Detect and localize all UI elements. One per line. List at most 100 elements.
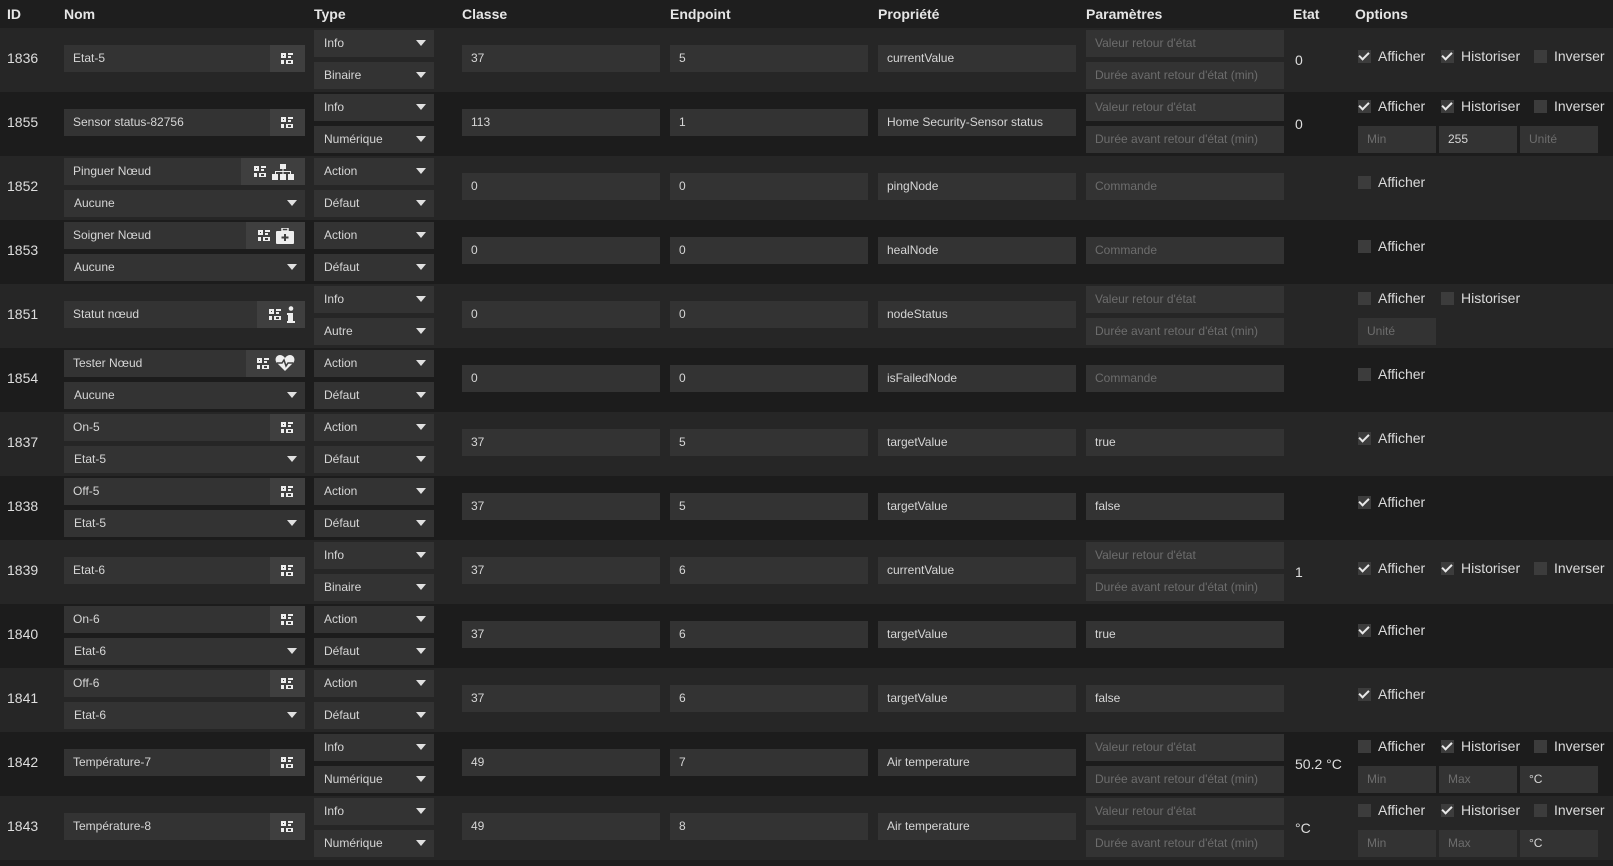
value-select[interactable]: Aucune: [64, 382, 305, 409]
name-input[interactable]: Tester Nœud: [64, 350, 246, 377]
endpoint-input[interactable]: 7: [670, 749, 868, 776]
subtype-select[interactable]: Numérique: [314, 766, 434, 793]
subtype-select[interactable]: Défaut: [314, 254, 434, 281]
max-input[interactable]: Max: [1439, 830, 1517, 857]
endpoint-input[interactable]: 0: [670, 237, 868, 264]
historiser-option[interactable]: Historiser: [1441, 290, 1520, 306]
valeur-retour-input[interactable]: Valeur retour d'état: [1086, 542, 1284, 569]
inverser-checkbox[interactable]: [1534, 803, 1547, 817]
classe-input[interactable]: 0: [462, 237, 660, 264]
classe-input[interactable]: 0: [462, 365, 660, 392]
endpoint-input[interactable]: 6: [670, 621, 868, 648]
afficher-option[interactable]: Afficher: [1358, 560, 1425, 576]
classe-input[interactable]: 37: [462, 429, 660, 456]
endpoint-input[interactable]: 8: [670, 813, 868, 840]
afficher-option[interactable]: Afficher: [1358, 738, 1425, 754]
historiser-checkbox[interactable]: [1441, 561, 1454, 575]
duree-retour-input[interactable]: Durée avant retour d'état (min): [1086, 766, 1284, 793]
propriete-input[interactable]: healNode: [878, 237, 1076, 264]
endpoint-input[interactable]: 6: [670, 557, 868, 584]
subtype-select[interactable]: Autre: [314, 318, 434, 345]
name-input[interactable]: On-6: [64, 606, 270, 633]
afficher-checkbox[interactable]: [1358, 687, 1371, 701]
duree-retour-input[interactable]: Durée avant retour d'état (min): [1086, 126, 1284, 153]
propriete-input[interactable]: targetValue: [878, 429, 1076, 456]
afficher-checkbox[interactable]: [1358, 623, 1371, 637]
sitemap-icon[interactable]: [271, 163, 294, 180]
inverser-checkbox[interactable]: [1534, 49, 1547, 63]
endpoint-input[interactable]: 5: [670, 45, 868, 72]
duree-retour-input[interactable]: Durée avant retour d'état (min): [1086, 62, 1284, 89]
configure-icon[interactable]: [280, 820, 295, 833]
parametre-input[interactable]: true: [1086, 429, 1284, 456]
parametre-input[interactable]: false: [1086, 685, 1284, 712]
afficher-option[interactable]: Afficher: [1358, 494, 1425, 510]
configure-icon[interactable]: [280, 564, 295, 577]
afficher-option[interactable]: Afficher: [1358, 290, 1425, 306]
configure-icon[interactable]: [280, 116, 295, 129]
propriete-input[interactable]: currentValue: [878, 45, 1076, 72]
name-input[interactable]: Sensor status-82756: [64, 109, 270, 136]
unite-input[interactable]: Unité: [1358, 318, 1436, 345]
info-icon[interactable]: [286, 305, 295, 324]
classe-input[interactable]: 113: [462, 109, 660, 136]
type-select[interactable]: Action: [314, 222, 434, 249]
configure-icon[interactable]: [280, 677, 295, 690]
commande-input[interactable]: Commande: [1086, 173, 1284, 200]
type-select[interactable]: Info: [314, 542, 434, 569]
inverser-option[interactable]: Inverser: [1534, 560, 1605, 576]
historiser-checkbox[interactable]: [1441, 803, 1454, 817]
min-input[interactable]: Min: [1358, 830, 1436, 857]
subtype-select[interactable]: Binaire: [314, 574, 434, 601]
inverser-option[interactable]: Inverser: [1534, 98, 1605, 114]
historiser-checkbox[interactable]: [1441, 49, 1454, 63]
afficher-option[interactable]: Afficher: [1358, 98, 1425, 114]
inverser-checkbox[interactable]: [1534, 739, 1547, 753]
type-select[interactable]: Action: [314, 158, 434, 185]
subtype-select[interactable]: Défaut: [314, 382, 434, 409]
duree-retour-input[interactable]: Durée avant retour d'état (min): [1086, 318, 1284, 345]
name-input[interactable]: Soigner Nœud: [64, 222, 246, 249]
inverser-option[interactable]: Inverser: [1534, 802, 1605, 818]
configure-icon[interactable]: [280, 485, 295, 498]
name-input[interactable]: Etat-5: [64, 45, 270, 72]
parametre-input[interactable]: true: [1086, 621, 1284, 648]
type-select[interactable]: Action: [314, 478, 434, 505]
afficher-option[interactable]: Afficher: [1358, 430, 1425, 446]
name-input[interactable]: Température-7: [64, 749, 270, 776]
propriete-input[interactable]: isFailedNode: [878, 365, 1076, 392]
name-input[interactable]: On-5: [64, 414, 270, 441]
propriete-input[interactable]: targetValue: [878, 621, 1076, 648]
afficher-checkbox[interactable]: [1358, 49, 1371, 63]
type-select[interactable]: Info: [314, 734, 434, 761]
min-input[interactable]: Min: [1358, 126, 1436, 153]
value-select[interactable]: Etat-6: [64, 638, 305, 665]
afficher-checkbox[interactable]: [1358, 367, 1371, 381]
afficher-checkbox[interactable]: [1358, 561, 1371, 575]
type-select[interactable]: Action: [314, 350, 434, 377]
type-select[interactable]: Info: [314, 798, 434, 825]
inverser-checkbox[interactable]: [1534, 99, 1547, 113]
propriete-input[interactable]: Home Security-Sensor status: [878, 109, 1076, 136]
max-input[interactable]: 255: [1439, 126, 1517, 153]
type-select[interactable]: Info: [314, 30, 434, 57]
type-select[interactable]: Action: [314, 414, 434, 441]
configure-icon[interactable]: [257, 229, 272, 242]
name-input[interactable]: Off-6: [64, 670, 270, 697]
name-input[interactable]: Pinguer Nœud: [64, 158, 241, 185]
historiser-option[interactable]: Historiser: [1441, 560, 1520, 576]
propriete-input[interactable]: targetValue: [878, 685, 1076, 712]
heartbeat-icon[interactable]: [275, 355, 295, 372]
name-input[interactable]: Off-5: [64, 478, 270, 505]
unite-input[interactable]: °C: [1520, 830, 1598, 857]
value-select[interactable]: Aucune: [64, 254, 305, 281]
historiser-checkbox[interactable]: [1441, 739, 1454, 753]
duree-retour-input[interactable]: Durée avant retour d'état (min): [1086, 574, 1284, 601]
inverser-option[interactable]: Inverser: [1534, 48, 1605, 64]
afficher-checkbox[interactable]: [1358, 291, 1371, 305]
classe-input[interactable]: 37: [462, 45, 660, 72]
propriete-input[interactable]: currentValue: [878, 557, 1076, 584]
afficher-option[interactable]: Afficher: [1358, 802, 1425, 818]
classe-input[interactable]: 0: [462, 301, 660, 328]
commande-input[interactable]: Commande: [1086, 237, 1284, 264]
